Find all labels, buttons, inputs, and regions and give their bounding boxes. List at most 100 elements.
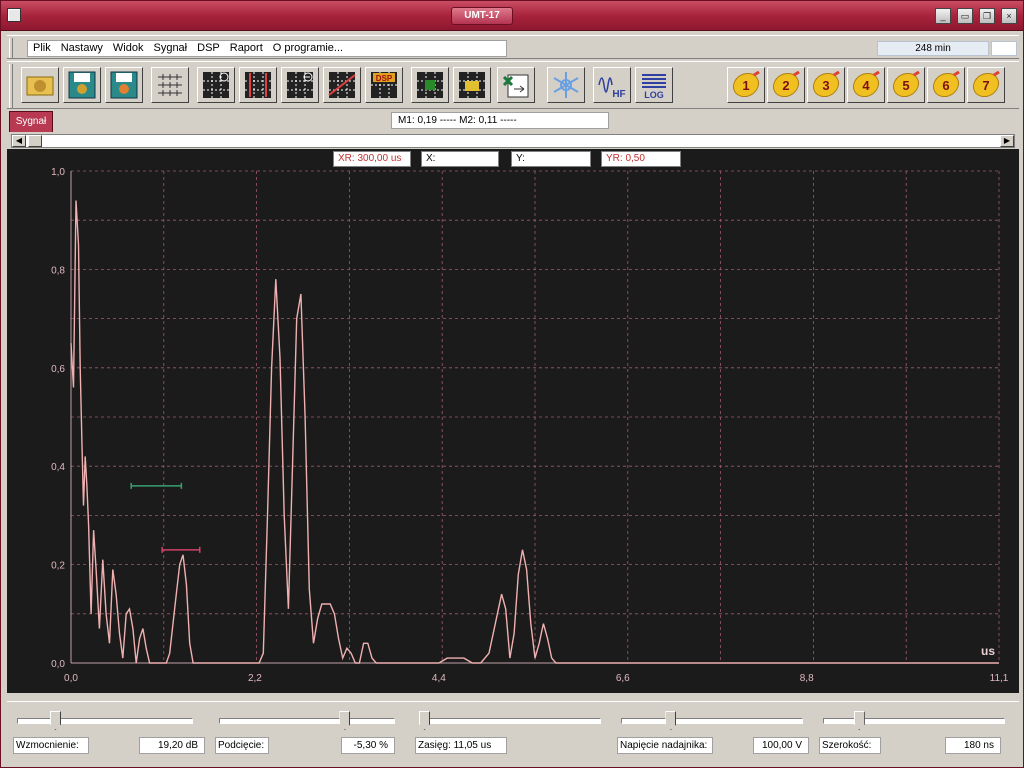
menu-nastawy[interactable]: Nastawy xyxy=(56,41,108,56)
preset-3-button[interactable]: 3 xyxy=(807,67,845,103)
scroll-right-icon[interactable]: ▶ xyxy=(1000,135,1014,147)
control-group: Napięcie nadajnika: 100,00 V xyxy=(617,702,815,762)
time-display-extra xyxy=(991,41,1017,56)
menu-list: Plik Nastawy Widok Sygnał DSP Raport O p… xyxy=(27,40,507,57)
menu-dsp[interactable]: DSP xyxy=(192,41,225,56)
x-tick-label: 8,8 xyxy=(800,673,814,684)
controls-panel: Wzmocnienie: 19,20 dB Podcięcie: -5,30 % Zas… xyxy=(7,701,1019,763)
export-excel-icon xyxy=(502,74,529,98)
save-as-disk-icon xyxy=(110,71,138,99)
slider-track[interactable] xyxy=(419,718,601,724)
control-label: Zasięg: 11,05 us xyxy=(415,737,507,754)
save-as-disk-button[interactable] xyxy=(105,67,143,103)
title-bar: UMT-17 _ ▭ ❐ × xyxy=(1,1,1023,31)
grid-zoom-out-icon xyxy=(287,72,313,98)
zoom-grid-button[interactable] xyxy=(197,67,235,103)
log-button[interactable]: LOG xyxy=(635,67,673,103)
export-excel-button[interactable] xyxy=(497,67,535,103)
gates-button[interactable] xyxy=(151,67,189,103)
open-folder-button[interactable] xyxy=(21,67,59,103)
menu-sygnal[interactable]: Sygnał xyxy=(148,41,192,56)
close-button[interactable]: × xyxy=(1001,8,1017,24)
grid-zoom-in-icon xyxy=(245,72,271,98)
slider-thumb[interactable] xyxy=(419,711,430,730)
peak-icon xyxy=(459,72,485,98)
time-display: 248 min xyxy=(877,41,989,56)
menu-bar: Plik Nastawy Widok Sygnał DSP Raport O p… xyxy=(7,35,1019,59)
maximize-button[interactable]: ❐ xyxy=(979,8,995,24)
preset-2-button[interactable]: 2 xyxy=(767,67,805,103)
hf-button[interactable]: HF xyxy=(593,67,631,103)
slider-thumb[interactable] xyxy=(339,711,351,730)
preset-4-icon: 4 xyxy=(852,70,880,98)
slider-track[interactable] xyxy=(17,718,193,724)
hf-icon: HF xyxy=(598,77,626,100)
menu-raport[interactable]: Raport xyxy=(225,41,268,56)
save-disk-button[interactable] xyxy=(63,67,101,103)
y-tick-label: 0,4 xyxy=(51,462,65,473)
marker-readout: M1: 0,19 ----- M2: 0,11 ----- xyxy=(391,112,609,129)
preset-6-button[interactable]: 6 xyxy=(927,67,965,103)
preset-5-button[interactable]: 5 xyxy=(887,67,925,103)
preset-1-icon: 1 xyxy=(732,70,760,98)
slider-thumb[interactable] xyxy=(853,711,865,730)
freeze-icon xyxy=(553,72,579,98)
tab-sygnal[interactable]: Sygnał xyxy=(9,111,53,132)
toolbar-grip-icon[interactable] xyxy=(9,64,13,108)
x-readout: X: xyxy=(421,151,499,167)
ascan-chart[interactable]: 0,0 2,2 4,4 6,6 8,8 11,1 0,0 0,2 0,4 0,6 0,8 1,0 us xyxy=(7,149,1019,693)
preset-4-button[interactable]: 4 xyxy=(847,67,885,103)
menubar-grip-icon[interactable] xyxy=(9,38,13,58)
preset-2-icon: 2 xyxy=(772,70,800,98)
slider-thumb[interactable] xyxy=(665,711,677,730)
freeze-button[interactable] xyxy=(547,67,585,103)
grid-zoom-in-button[interactable] xyxy=(239,67,277,103)
preset-1-button[interactable]: 1 xyxy=(727,67,765,103)
system-menu-icon[interactable] xyxy=(7,8,21,22)
x-tick-label: 0,0 xyxy=(64,673,78,684)
preset-number: 2 xyxy=(782,78,789,93)
slider-thumb[interactable] xyxy=(50,711,61,730)
slider-track[interactable] xyxy=(219,718,395,724)
horizontal-scrollbar[interactable]: ◀ ▶ xyxy=(11,134,1015,148)
control-group: Wzmocnienie: 19,20 dB xyxy=(13,702,205,762)
x-axis-unit-label: us xyxy=(981,644,995,658)
scroll-left-icon[interactable]: ◀ xyxy=(12,135,26,147)
peak-button[interactable] xyxy=(453,67,491,103)
yr-readout: YR: 0,50 xyxy=(601,151,681,167)
gates-icon xyxy=(158,74,182,96)
y-tick-label: 0,6 xyxy=(51,364,65,375)
control-value: 100,00 V xyxy=(753,737,809,754)
signal-plot[interactable]: XR: 300,00 us X: Y: YR: 0,50 0,0 2,2 4,4 6,… xyxy=(7,149,1019,693)
envelope-button[interactable] xyxy=(411,67,449,103)
open-folder-icon xyxy=(26,76,54,96)
save-disk-icon xyxy=(68,71,96,99)
control-group: Zasięg: 11,05 us xyxy=(415,702,613,762)
svg-text:DSP: DSP xyxy=(376,74,393,83)
control-value: 180 ns xyxy=(945,737,1001,754)
x-tick-label: 4,4 xyxy=(432,673,446,684)
preset-7-button[interactable]: 7 xyxy=(967,67,1005,103)
x-tick-label: 6,6 xyxy=(616,673,630,684)
restore-button[interactable]: ▭ xyxy=(957,8,973,24)
scroll-thumb[interactable] xyxy=(28,135,42,147)
preset-7-icon: 7 xyxy=(972,70,1000,98)
minimize-button[interactable]: _ xyxy=(935,8,951,24)
control-label: Szerokość: xyxy=(819,737,881,754)
toolbar: DSP HF LOG 1 2 3 4 5 6 7 xyxy=(7,61,1019,109)
dsp-grid-button[interactable]: DSP xyxy=(365,67,403,103)
curve-grid-button[interactable] xyxy=(323,67,361,103)
main-window: UMT-17 _ ▭ ❐ × Plik Nastawy Widok Sygnał… xyxy=(0,0,1024,768)
menu-plik[interactable]: Plik xyxy=(28,41,56,56)
zoom-grid-icon xyxy=(203,72,229,98)
curve-grid-icon xyxy=(328,72,356,98)
slider-track[interactable] xyxy=(823,718,1005,724)
control-label: Napięcie nadajnika: xyxy=(617,737,713,754)
preset-number: 3 xyxy=(822,78,829,93)
menu-o-programie[interactable]: O programie... xyxy=(268,41,348,56)
grid-zoom-out-button[interactable] xyxy=(281,67,319,103)
slider-track[interactable] xyxy=(621,718,803,724)
control-label: Wzmocnienie: xyxy=(13,737,89,754)
menu-widok[interactable]: Widok xyxy=(108,41,149,56)
preset-number: 4 xyxy=(862,78,870,93)
